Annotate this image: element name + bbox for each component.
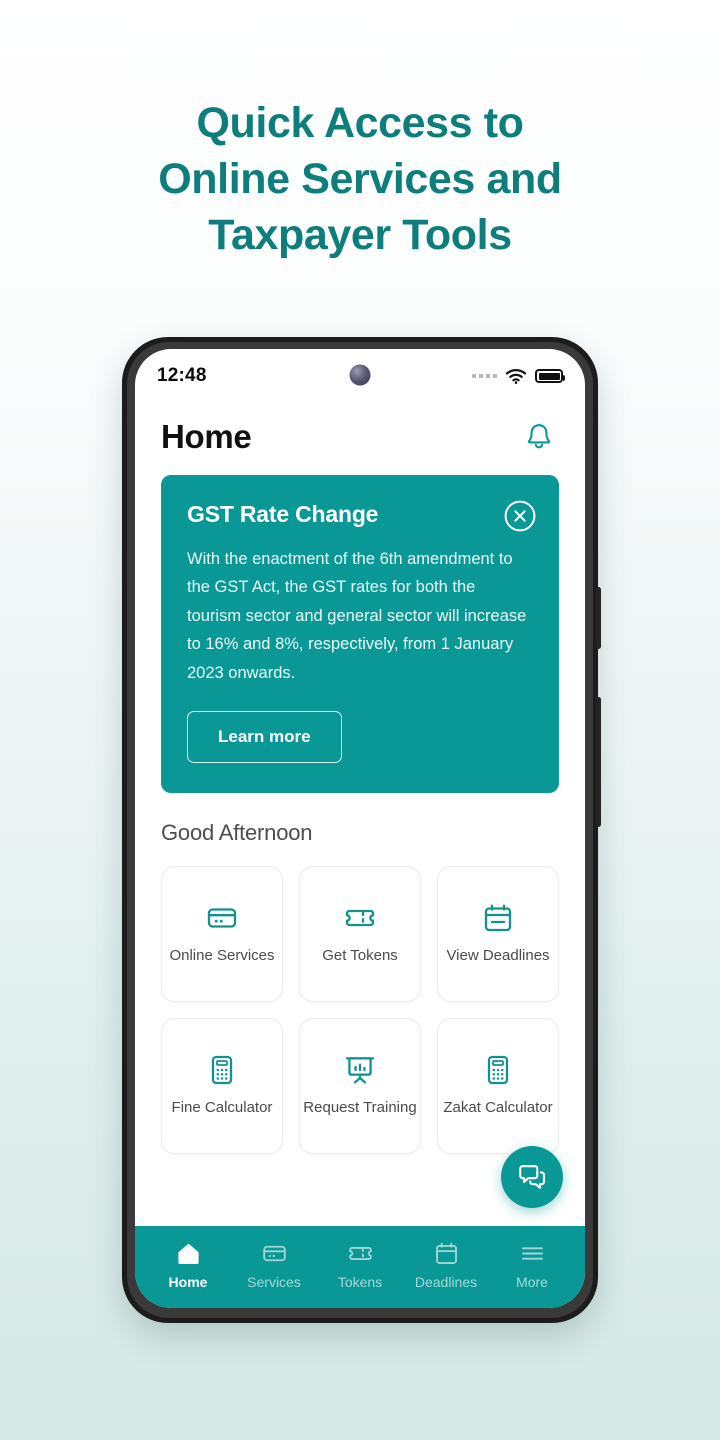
banner-body-text: With the enactment of the 6th amendment …	[187, 550, 527, 682]
nav-item-services[interactable]: Services	[231, 1240, 317, 1290]
battery-full-icon	[535, 369, 565, 383]
tile-request-training[interactable]: Request Training	[299, 1017, 421, 1154]
bottom-navigation-bar: Home Services Tokens Deadlines More	[135, 1226, 585, 1308]
phone-screen: 12:48 Home GST Rate Change With the enac…	[135, 349, 585, 1308]
power-button[interactable]	[596, 697, 601, 827]
tile-label: Online Services	[169, 947, 275, 965]
quick-access-grid: Online Services Get Tokens View Deadline…	[161, 865, 559, 1154]
status-bar-indicators	[472, 368, 565, 384]
page-title: Quick Access to Online Services and Taxp…	[0, 96, 720, 264]
nav-item-deadlines[interactable]: Deadlines	[403, 1240, 489, 1290]
calculator-icon	[481, 1053, 515, 1087]
headline-line-1: Quick Access to	[196, 99, 524, 147]
close-circle-icon[interactable]	[503, 499, 537, 533]
tile-label: Zakat Calculator	[443, 1099, 553, 1117]
home-icon	[175, 1240, 202, 1267]
nav-item-home[interactable]: Home	[145, 1240, 231, 1290]
learn-more-button[interactable]: Learn more	[187, 710, 342, 763]
tile-label: Request Training	[303, 1099, 417, 1117]
status-bar: 12:48	[135, 349, 585, 403]
tile-label: Get Tokens	[322, 947, 398, 965]
nav-label: Tokens	[337, 1274, 383, 1290]
tile-online-services[interactable]: Online Services	[161, 865, 283, 1002]
phone-mockup: 12:48 Home GST Rate Change With the enac…	[122, 337, 601, 1323]
tile-fine-calculator[interactable]: Fine Calculator	[161, 1017, 283, 1154]
tile-get-tokens[interactable]: Get Tokens	[299, 865, 421, 1002]
chat-bubbles-icon	[516, 1161, 548, 1193]
home-content: GST Rate Change With the enactment of th…	[135, 475, 585, 1226]
calendar-icon	[481, 901, 515, 935]
volume-button[interactable]	[596, 587, 601, 649]
nav-item-more[interactable]: More	[489, 1240, 575, 1290]
tile-view-deadlines[interactable]: View Deadlines	[437, 865, 559, 1002]
card-icon	[205, 901, 239, 935]
screen-title: Home	[161, 418, 252, 455]
nav-label: Services	[247, 1274, 301, 1290]
bell-icon[interactable]	[519, 417, 559, 457]
nav-label: Home	[168, 1274, 208, 1290]
banner-title: GST Rate Change	[187, 501, 379, 527]
tile-label: Fine Calculator	[171, 1099, 273, 1117]
ticket-icon	[347, 1240, 374, 1267]
calculator-icon	[205, 1053, 239, 1087]
app-header: Home	[135, 403, 585, 475]
ticket-icon	[343, 901, 377, 935]
nav-label: More	[516, 1274, 548, 1290]
headline-line-3: Taxpayer Tools	[208, 210, 512, 259]
calendar-icon	[433, 1240, 460, 1267]
hamburger-icon	[519, 1240, 546, 1267]
signal-dots-icon	[472, 374, 497, 378]
phone-bezel: 12:48 Home GST Rate Change With the enac…	[127, 342, 593, 1318]
headline-line-2: Online Services and	[158, 154, 562, 203]
punch-hole-camera-icon	[349, 364, 371, 386]
wifi-icon	[506, 368, 526, 384]
status-bar-clock: 12:48	[157, 365, 207, 386]
nav-label: Deadlines	[414, 1274, 478, 1290]
gst-announcement-banner: GST Rate Change With the enactment of th…	[161, 475, 559, 793]
tile-label: View Deadlines	[446, 947, 550, 965]
card-icon	[261, 1240, 288, 1267]
tile-zakat-calculator[interactable]: Zakat Calculator	[437, 1017, 559, 1154]
presentation-chart-icon	[343, 1053, 377, 1087]
nav-item-tokens[interactable]: Tokens	[317, 1240, 403, 1290]
greeting-text: Good Afternoon	[161, 819, 313, 845]
chat-fab-button[interactable]	[501, 1146, 563, 1208]
